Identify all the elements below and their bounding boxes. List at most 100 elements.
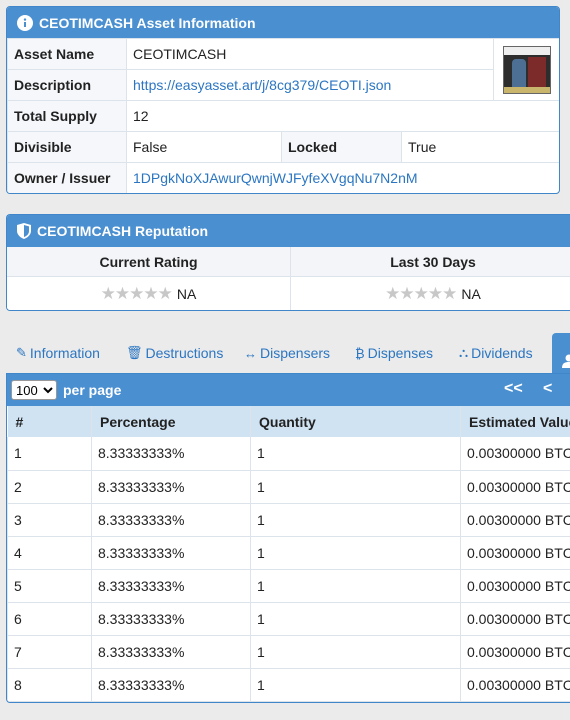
current-rating-label: Current Rating (7, 247, 291, 277)
row-quantity: 1 (250, 536, 461, 570)
tab-information[interactable]: ✎ Information (16, 345, 100, 361)
tab-dispensers-label: Dispensers (260, 345, 331, 361)
page-size-select[interactable]: 100 (11, 380, 57, 400)
row-quantity: 1 (250, 569, 461, 603)
owner-link[interactable]: 1DPgkNoXJAwurQwnjWJFyfeXVgqNu7N2nM (133, 170, 418, 186)
row-percentage: 8.33333333% (91, 503, 251, 537)
reputation-title: CEOTIMCASH Reputation (37, 223, 209, 239)
row-percentage: 8.33333333% (91, 470, 251, 504)
row-percentage: 8.33333333% (91, 602, 251, 636)
asset-info-title: CEOTIMCASH Asset Information (39, 14, 256, 31)
asset-info-table: Asset Name CEOTIMCASH Description https:… (7, 38, 559, 193)
table-row: 1 8.33333333% 1 0.00300000 BTC (7, 437, 570, 471)
row-index: 7 (7, 635, 92, 669)
info-circle-icon (17, 14, 33, 31)
table-row: 5 8.33333333% 1 0.00300000 BTC (7, 569, 570, 603)
row-percentage: 8.33333333% (91, 635, 251, 669)
row-percentage: 8.33333333% (91, 668, 251, 702)
reputation-panel: CEOTIMCASH Reputation Current Rating Las… (6, 214, 570, 311)
row-quantity: 1 (250, 503, 461, 537)
total-supply-value: 12 (125, 100, 559, 132)
tab-destructions-label: Destructions (145, 345, 224, 361)
row-estimated-value: 0.00300000 BTC (460, 602, 570, 636)
row-quantity: 1 (250, 668, 461, 702)
asset-info-header: CEOTIMCASH Asset Information (7, 7, 559, 38)
row-estimated-value: 0.00300000 BTC (460, 668, 570, 702)
divisible-label: Divisible (7, 131, 127, 163)
bitcoin-icon: ₿ (355, 345, 365, 361)
shield-icon (17, 223, 31, 239)
tab-holders[interactable] (552, 333, 570, 374)
row-estimated-value: 0.00300000 BTC (460, 470, 570, 504)
tab-dispensers[interactable]: ↔ Dispensers (244, 345, 330, 361)
asset-info-panel: CEOTIMCASH Asset Information Asset Name … (6, 6, 560, 194)
row-index: 1 (7, 437, 92, 471)
last30-cell: ★★★★★ NA (291, 277, 570, 310)
per-page-label: per page (63, 382, 122, 398)
table-row: 3 8.33333333% 1 0.00300000 BTC (7, 503, 570, 537)
last30-value: NA (461, 285, 481, 302)
current-rating-cell: ★★★★★ NA (7, 277, 291, 310)
row-estimated-value: 0.00300000 BTC (460, 635, 570, 669)
row-percentage: 8.33333333% (91, 536, 251, 570)
asset-name-label: Asset Name (7, 38, 127, 70)
divisible-value: False (126, 131, 282, 163)
arrows-horizontal-icon: ↔ (244, 345, 257, 361)
pencil-icon: ✎ (16, 345, 27, 360)
col-header-estimated-value[interactable]: Estimated Value (460, 406, 570, 437)
locked-label: Locked (281, 131, 402, 163)
row-quantity: 1 (250, 437, 461, 471)
reputation-header: CEOTIMCASH Reputation (7, 215, 570, 247)
holders-panel: 100 per page << < # Percentage Quantity … (6, 373, 570, 703)
row-estimated-value: 0.00300000 BTC (460, 569, 570, 603)
col-header-index[interactable]: # (7, 406, 92, 437)
row-percentage: 8.33333333% (91, 437, 251, 471)
row-index: 3 (7, 503, 92, 537)
table-row: 4 8.33333333% 1 0.00300000 BTC (7, 536, 570, 570)
prev-page-button[interactable]: < (543, 380, 552, 398)
rating-stars-icon[interactable]: ★★★★★ (101, 284, 173, 304)
row-quantity: 1 (250, 635, 461, 669)
last30-stars-icon[interactable]: ★★★★★ (385, 284, 457, 304)
asset-image-cell (493, 38, 559, 101)
table-row: 7 8.33333333% 1 0.00300000 BTC (7, 635, 570, 669)
row-index: 2 (7, 470, 92, 504)
tab-dispenses[interactable]: ₿ Dispenses (355, 345, 433, 361)
row-percentage: 8.33333333% (91, 569, 251, 603)
first-page-button[interactable]: << (504, 380, 523, 398)
last30-label: Last 30 Days (291, 247, 570, 277)
row-estimated-value: 0.00300000 BTC (460, 503, 570, 537)
col-header-percentage[interactable]: Percentage (91, 406, 251, 437)
tab-dividends-label: Dividends (471, 345, 533, 361)
row-estimated-value: 0.00300000 BTC (460, 536, 570, 570)
reputation-grid: Current Rating Last 30 Days ★★★★★ NA ★★★… (7, 247, 570, 310)
row-estimated-value: 0.00300000 BTC (460, 437, 570, 471)
holders-table: # Percentage Quantity Estimated Value 1 … (7, 406, 570, 702)
description-label: Description (7, 69, 127, 101)
row-index: 8 (7, 668, 92, 702)
tab-destructions[interactable]: 🗑 Destructions (126, 345, 223, 361)
asset-name-value: CEOTIMCASH (125, 38, 495, 70)
table-row: 6 8.33333333% 1 0.00300000 BTC (7, 602, 570, 636)
row-index: 5 (7, 569, 92, 603)
table-row: 8 8.33333333% 1 0.00300000 BTC (7, 668, 570, 702)
total-supply-label: Total Supply (7, 100, 127, 132)
asset-thumbnail[interactable] (502, 45, 551, 94)
locked-value: True (400, 131, 559, 163)
tab-dispenses-label: Dispenses (367, 345, 433, 361)
pagination-bar: 100 per page << < (7, 374, 570, 406)
tab-dividends[interactable]: ⛬ Dividends (459, 345, 533, 361)
user-icon (562, 354, 570, 368)
table-row: 2 8.33333333% 1 0.00300000 BTC (7, 470, 570, 504)
row-quantity: 1 (250, 470, 461, 504)
description-link[interactable]: https://easyasset.art/j/8cg379/CEOTI.jso… (133, 77, 391, 93)
row-index: 6 (7, 602, 92, 636)
current-rating-value: NA (176, 285, 197, 302)
owner-label: Owner / Issuer (7, 162, 127, 193)
trash-icon: 🗑 (126, 345, 143, 360)
col-header-quantity[interactable]: Quantity (250, 406, 461, 437)
row-quantity: 1 (250, 602, 461, 636)
sitemap-icon: ⛬ (459, 345, 469, 360)
holders-header-row: # Percentage Quantity Estimated Value (7, 406, 570, 437)
tab-information-label: Information (29, 345, 100, 361)
